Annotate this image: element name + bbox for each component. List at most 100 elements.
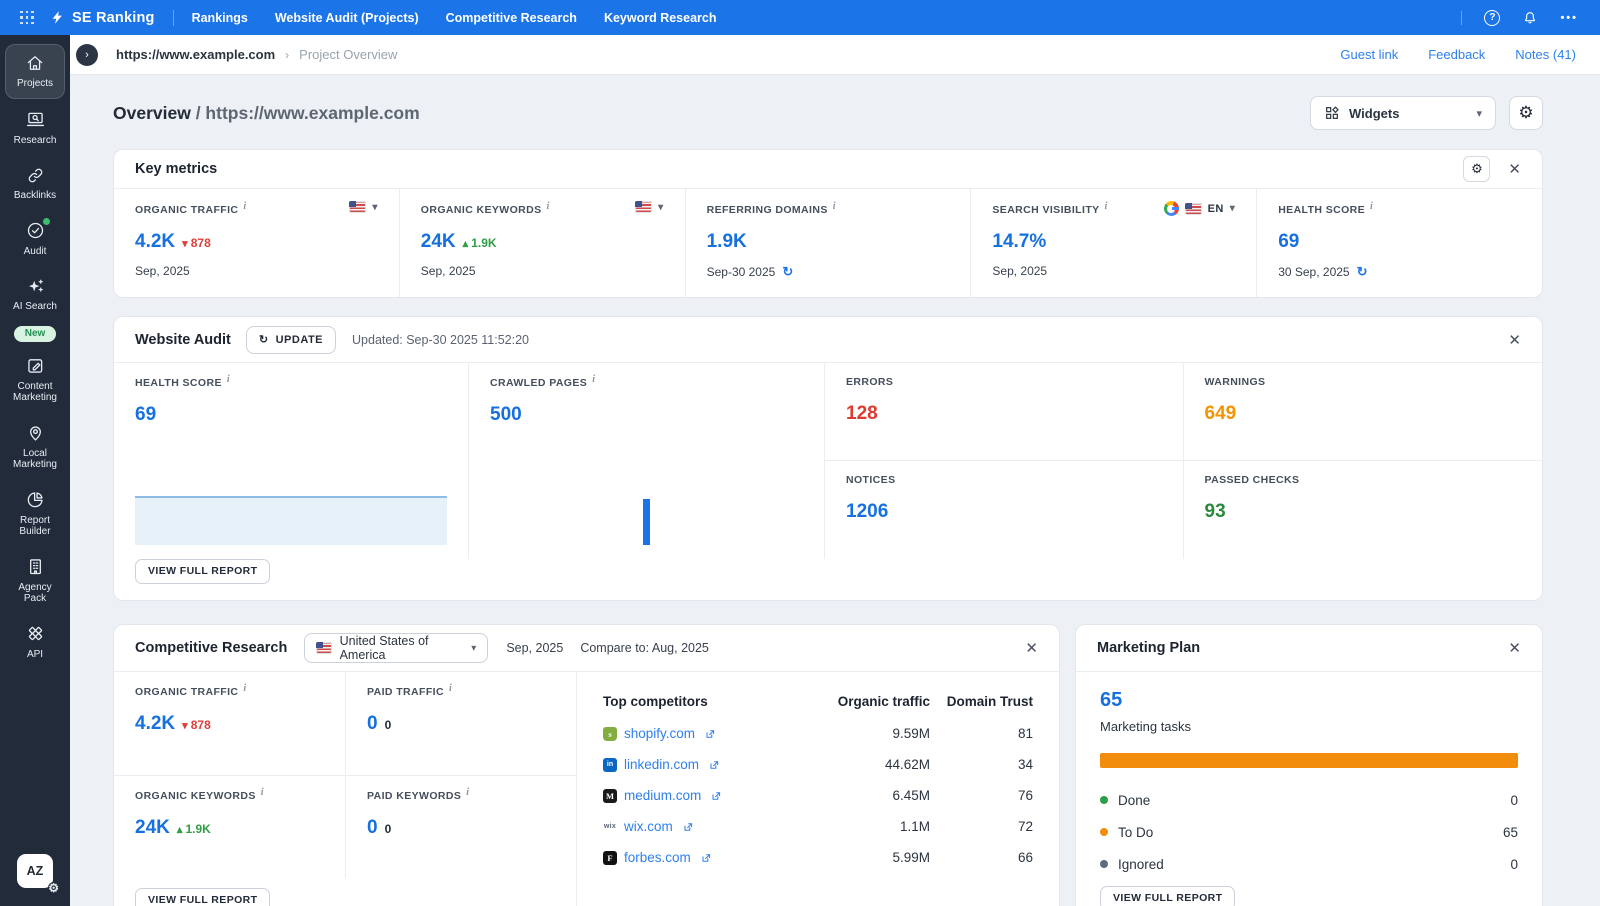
- sidebar-item-api[interactable]: API: [5, 616, 65, 669]
- home-icon: [25, 52, 45, 74]
- metric-delta: 1.9K: [463, 236, 497, 250]
- sidebar-item-projects[interactable]: Projects: [5, 44, 65, 99]
- more-options-icon[interactable]: •••: [1560, 12, 1578, 24]
- refresh-icon[interactable]: ↻: [1357, 264, 1368, 280]
- warnings-value: 649: [1205, 403, 1522, 425]
- info-icon[interactable]: i: [243, 683, 246, 694]
- info-icon[interactable]: i: [261, 787, 264, 798]
- refresh-icon[interactable]: ↻: [782, 264, 793, 280]
- competitor-link[interactable]: shopify.com: [624, 726, 695, 741]
- competitive-research-title: Competitive Research: [135, 640, 287, 656]
- country-selector[interactable]: ▾: [349, 201, 377, 213]
- info-icon[interactable]: i: [592, 374, 595, 385]
- new-badge: New: [14, 326, 57, 342]
- refresh-icon: ↻: [259, 333, 269, 346]
- external-link-icon[interactable]: [710, 790, 722, 802]
- breadcrumb-bar: › https://www.example.com › Project Over…: [70, 35, 1600, 75]
- close-icon[interactable]: ✕: [1508, 160, 1521, 178]
- settings-gear-icon[interactable]: ⚙: [48, 882, 59, 894]
- key-metrics-settings-button[interactable]: ⚙: [1463, 156, 1490, 182]
- metric-date: 30 Sep, 2025: [1278, 265, 1349, 279]
- page-title-url: / https://www.example.com: [196, 103, 420, 123]
- top-competitors-panel: Top competitors Organic traffic Domain T…: [576, 672, 1059, 906]
- feedback-button[interactable]: Feedback: [1428, 47, 1485, 62]
- marketing-plan-card: Marketing Plan ✕ 65 Marketing tasks Done…: [1075, 624, 1543, 906]
- widgets-dropdown[interactable]: Widgets ▾: [1310, 96, 1496, 130]
- metric-value: 0: [367, 713, 378, 735]
- info-icon[interactable]: i: [227, 374, 230, 385]
- api-icon: [25, 623, 46, 645]
- top-navbar: SE Ranking Rankings Website Audit (Proje…: [0, 0, 1600, 35]
- metric-date: Sep-30 2025: [707, 265, 776, 279]
- us-flag-icon: [349, 201, 366, 213]
- info-icon[interactable]: i: [547, 201, 550, 212]
- info-icon[interactable]: i: [243, 201, 246, 212]
- info-icon[interactable]: i: [1370, 201, 1373, 212]
- help-icon[interactable]: ?: [1484, 10, 1500, 26]
- key-metrics-header: Key metrics ⚙ ✕: [114, 150, 1542, 189]
- close-icon[interactable]: ✕: [1508, 331, 1521, 349]
- page-content: Overview / https://www.example.com Widge…: [70, 75, 1600, 906]
- nav-item-competitive-research[interactable]: Competitive Research: [446, 11, 577, 25]
- table-header-row: Top competitors Organic traffic Domain T…: [603, 685, 1033, 718]
- marketing-plan-title: Marketing Plan: [1097, 640, 1200, 656]
- domain-trust-cell: 34: [930, 757, 1033, 772]
- country-selector[interactable]: ▾: [635, 201, 663, 213]
- us-flag-icon: [316, 642, 331, 654]
- research-icon: [25, 109, 46, 131]
- page-settings-button[interactable]: ⚙: [1509, 96, 1543, 130]
- external-link-icon[interactable]: [682, 821, 694, 833]
- mp-view-full-report-button[interactable]: VIEW FULL REPORT: [1100, 886, 1235, 906]
- notes-button[interactable]: Notes (41): [1515, 47, 1576, 62]
- competitor-link[interactable]: wix.com: [624, 819, 673, 834]
- update-button[interactable]: ↻ UPDATE: [246, 326, 336, 354]
- competitive-research-header: Competitive Research United States of Am…: [114, 625, 1059, 672]
- chevron-down-icon: ▾: [1476, 107, 1482, 120]
- external-link-icon[interactable]: [708, 759, 720, 771]
- sidebar-item-report-builder[interactable]: Report Builder: [5, 482, 65, 546]
- organic-traffic-cell: 9.59M: [795, 726, 930, 741]
- competitor-link[interactable]: medium.com: [624, 788, 701, 803]
- sidebar-item-audit[interactable]: Audit: [5, 213, 65, 266]
- sidebar-item-backlinks[interactable]: Backlinks: [5, 157, 65, 210]
- close-icon[interactable]: ✕: [1025, 639, 1038, 657]
- search-engine-selector[interactable]: EN ▾: [1164, 201, 1236, 216]
- external-link-icon[interactable]: [700, 852, 712, 864]
- close-icon[interactable]: ✕: [1508, 639, 1521, 657]
- app-launcher-icon[interactable]: [20, 11, 34, 25]
- organic-traffic-cell: 6.45M: [795, 788, 930, 803]
- nav-item-website-audit[interactable]: Website Audit (Projects): [275, 11, 419, 25]
- info-icon[interactable]: i: [449, 683, 452, 694]
- legend-row-done: Done 0: [1100, 784, 1518, 816]
- audit-view-full-report-button[interactable]: VIEW FULL REPORT: [135, 559, 270, 584]
- metric-value: 4.2K: [135, 713, 175, 735]
- sidebar-item-ai-search[interactable]: AI Search: [5, 268, 65, 321]
- region-label: United States of America: [340, 634, 464, 662]
- sidebar-item-local-marketing[interactable]: Local Marketing: [5, 415, 65, 479]
- nav-item-rankings[interactable]: Rankings: [192, 11, 248, 25]
- nav-item-keyword-research[interactable]: Keyword Research: [604, 11, 717, 25]
- guest-link-button[interactable]: Guest link: [1340, 47, 1398, 62]
- cr-view-full-report-button[interactable]: VIEW FULL REPORT: [135, 888, 270, 906]
- brand-logo[interactable]: SE Ranking: [50, 9, 155, 26]
- notifications-bell-icon[interactable]: [1522, 10, 1538, 26]
- sidebar-expand-icon[interactable]: ›: [76, 44, 98, 66]
- sidebar-item-agency-pack[interactable]: Agency Pack: [5, 549, 65, 613]
- info-icon[interactable]: i: [833, 201, 836, 212]
- competitor-link[interactable]: forbes.com: [624, 850, 691, 865]
- marketing-plan-header: Marketing Plan ✕: [1076, 625, 1542, 672]
- audit-crawled-pages-panel: CRAWLED PAGES i 500: [469, 363, 825, 559]
- external-link-icon[interactable]: [704, 728, 716, 740]
- breadcrumb-project[interactable]: https://www.example.com: [116, 47, 275, 62]
- info-icon[interactable]: i: [466, 787, 469, 798]
- sidebar-item-content-marketing[interactable]: Content Marketing: [5, 348, 65, 412]
- edit-icon: [25, 355, 46, 377]
- domain-trust-cell: 72: [930, 819, 1033, 834]
- audit-health-score-panel: HEALTH SCORE i 69: [114, 363, 469, 559]
- region-dropdown[interactable]: United States of America ▾: [304, 633, 488, 663]
- avatar[interactable]: AZ ⚙: [17, 854, 53, 888]
- competitor-link[interactable]: linkedin.com: [624, 757, 699, 772]
- info-icon[interactable]: i: [1105, 201, 1108, 212]
- key-metrics-card: Key metrics ⚙ ✕ ORGANIC TRAFFIC i ▾: [113, 149, 1543, 298]
- sidebar-item-research[interactable]: Research: [5, 102, 65, 155]
